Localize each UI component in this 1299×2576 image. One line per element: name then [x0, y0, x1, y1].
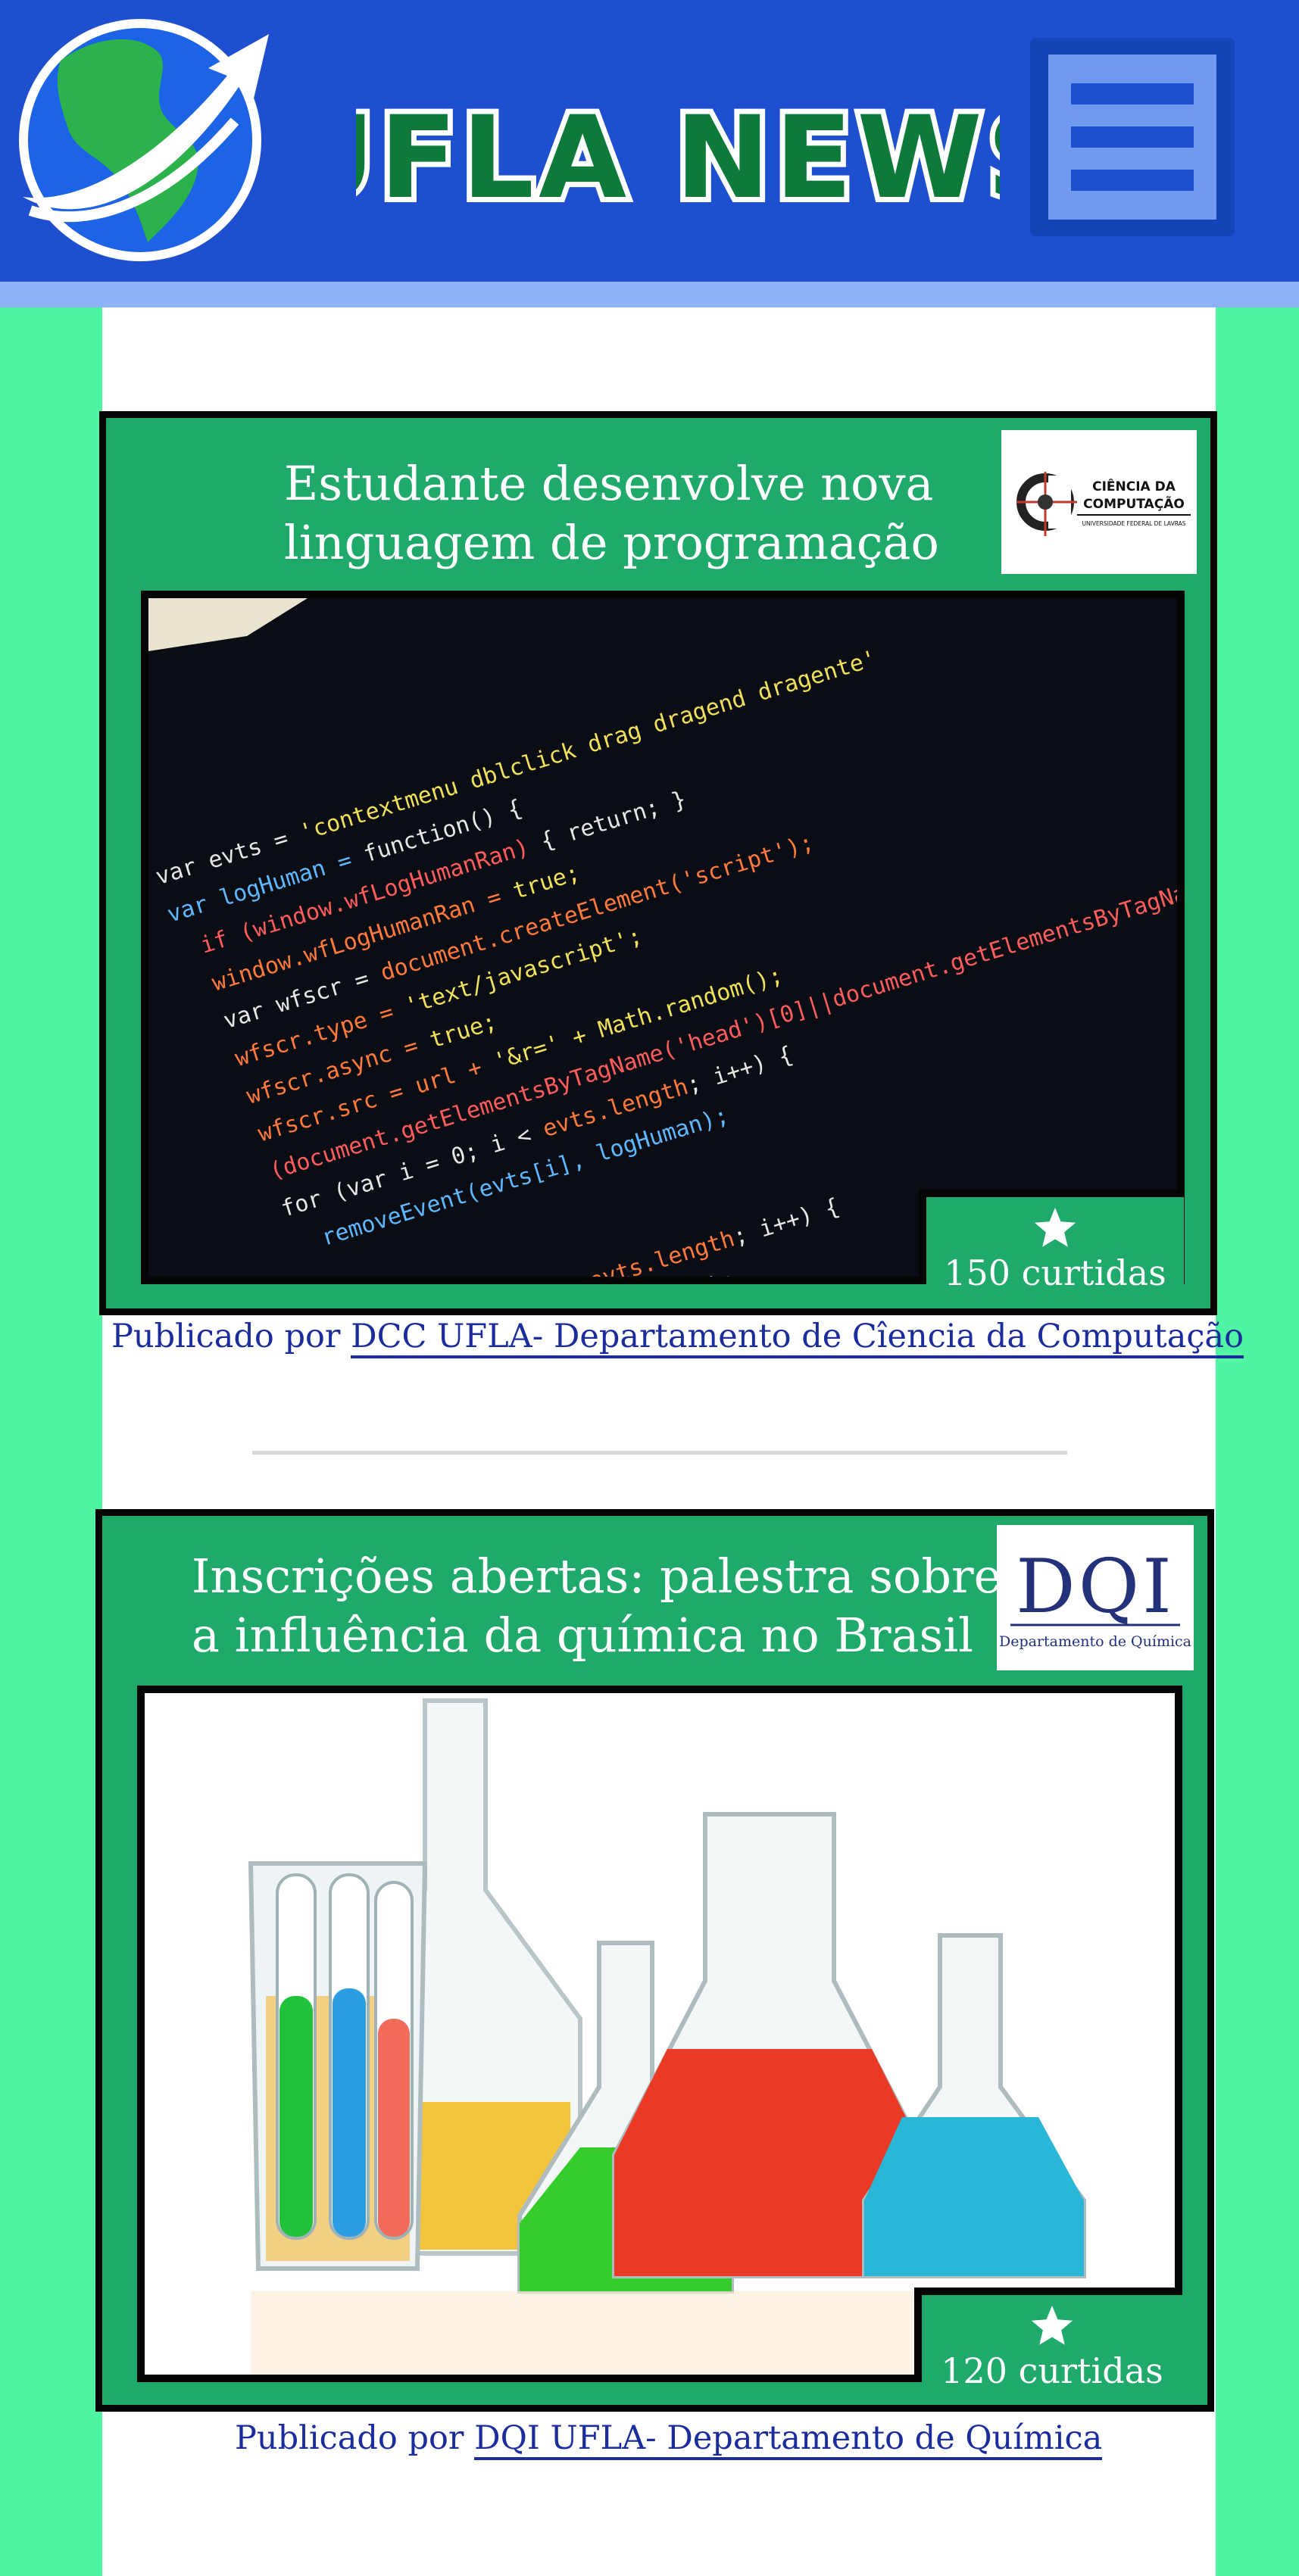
code-image-art: var evts = 'contextmenu dblclick drag dr… — [148, 598, 1177, 1277]
byline-prefix: Publicado por — [111, 1318, 341, 1355]
dqi-logo-icon: DQI Departamento de Química — [999, 1544, 1191, 1650]
svg-text:COMPUTAÇÃO: COMPUTAÇÃO — [1083, 494, 1185, 512]
menu-button[interactable] — [1030, 38, 1235, 236]
dcc-badge-logo: CIÊNCIA DA COMPUTAÇÃO UNIVERSIDADE FEDER… — [1001, 430, 1197, 574]
svg-text:CIÊNCIA DA: CIÊNCIA DA — [1092, 478, 1176, 494]
post-byline: Publicado por DCC UFLA- Departamento de … — [111, 1318, 1244, 1358]
post-divider — [252, 1451, 1067, 1455]
hamburger-menu-icon — [1048, 55, 1216, 220]
brand-logo[interactable]: UFLA NEWS — [356, 83, 1000, 227]
star-icon[interactable] — [1032, 1205, 1079, 1252]
svg-text:Departamento de Química: Departamento de Química — [999, 1633, 1191, 1650]
brand-title: UFLA NEWS — [356, 92, 1000, 224]
byline-prefix: Publicado por — [235, 2419, 464, 2457]
post-byline: Publicado por DQI UFLA- Departamento de … — [235, 2419, 1103, 2460]
lab-glassware-art — [145, 1693, 1175, 2375]
code-screenshot-image[interactable]: var evts = 'contextmenu dblclick drag dr… — [141, 591, 1185, 1284]
card-title[interactable]: Inscrições abertas: palestra sobre a inf… — [192, 1547, 1001, 1665]
likes-count: 150 curtidas — [944, 1252, 1166, 1293]
author-link[interactable]: DQI UFLA- Departamento de Química — [474, 2419, 1103, 2460]
header-stripe — [0, 282, 1299, 307]
svg-text:UNIVERSIDADE FEDERAL DE LAVRAS: UNIVERSIDADE FEDERAL DE LAVRAS — [1082, 520, 1185, 527]
card-title[interactable]: Estudante desenvolve nova linguagem de p… — [284, 454, 939, 572]
svg-text:DQI: DQI — [1016, 1544, 1175, 1630]
dcc-logo-icon: CIÊNCIA DA COMPUTAÇÃO UNIVERSIDADE FEDER… — [1016, 472, 1191, 536]
news-card[interactable]: Inscrições abertas: palestra sobre a inf… — [95, 1509, 1214, 2412]
top-header: UFLA NEWS — [0, 0, 1299, 282]
likes-count: 120 curtidas — [941, 2350, 1163, 2391]
globe-arrow-icon[interactable] — [8, 8, 288, 265]
lab-glassware-image[interactable] — [137, 1686, 1182, 2382]
news-card[interactable]: Estudante desenvolve nova linguagem de p… — [99, 411, 1217, 1315]
author-link[interactable]: DCC UFLA- Departamento de Cîencia da Com… — [351, 1318, 1244, 1358]
likes-counter[interactable]: 150 curtidas — [919, 1190, 1184, 1293]
star-icon[interactable] — [1029, 2303, 1076, 2350]
likes-counter[interactable]: 120 curtidas — [914, 2288, 1182, 2391]
dqi-badge-logo: DQI Departamento de Química — [997, 1525, 1194, 1670]
